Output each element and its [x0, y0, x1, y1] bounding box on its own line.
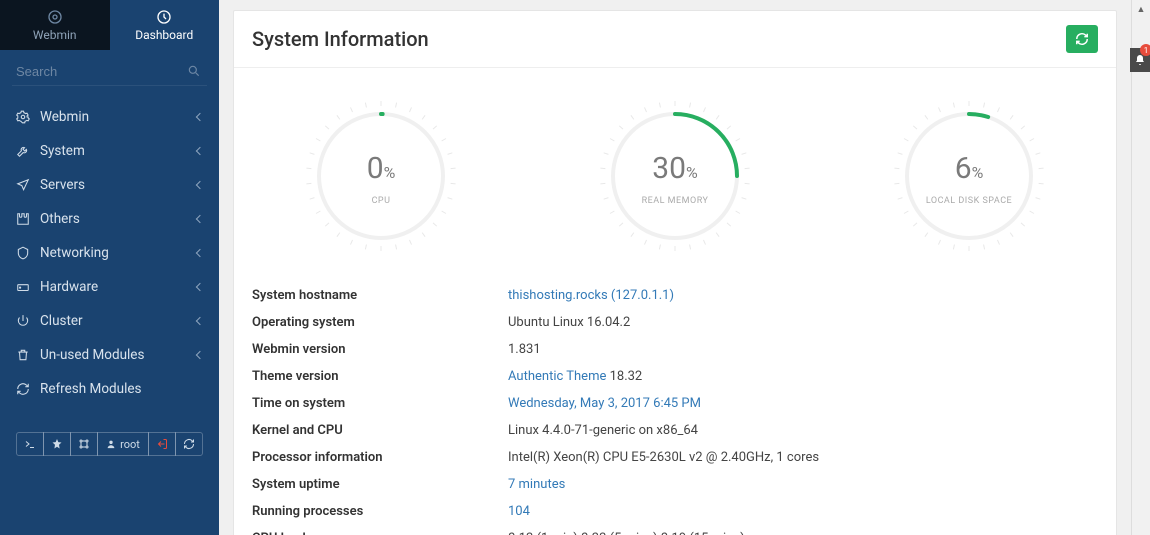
puzzle-icon: [16, 212, 30, 226]
info-value[interactable]: 104: [508, 504, 530, 519]
sidebar: Webmin System Servers Others Networking Hardw…: [0, 50, 219, 535]
info-value: Intel(R) Xeon(R) CPU E5-2630L v2 @ 2.40G…: [508, 450, 819, 465]
search-icon: [187, 64, 201, 78]
sidebar-item-un-used-modules[interactable]: Un-used Modules: [0, 338, 219, 372]
sidebar-item-label: System: [40, 143, 85, 159]
info-row: Running processes104: [252, 498, 1098, 525]
plane-icon: [16, 178, 30, 192]
info-row: CPU load averages0.13 (1 min) 0.33 (5 mi…: [252, 525, 1098, 535]
sidebar-item-webmin[interactable]: Webmin: [0, 100, 219, 134]
sidebar-item-servers[interactable]: Servers: [0, 168, 219, 202]
scrollbar[interactable]: ▲: [1131, 0, 1150, 535]
wrench-icon: [16, 144, 30, 158]
chevron-left-icon: [196, 283, 204, 291]
info-value[interactable]: thishosting.rocks (127.0.1.1): [508, 288, 674, 303]
reload-button[interactable]: [175, 432, 203, 456]
info-label: Webmin version: [252, 342, 508, 357]
logout-button[interactable]: [148, 432, 176, 456]
scroll-up[interactable]: ▲: [1132, 0, 1150, 18]
gauge-label: REAL MEMORY: [585, 196, 765, 206]
hdd-icon: [16, 280, 30, 294]
info-value: Linux 4.4.0-71-generic on x86_64: [508, 423, 698, 438]
dashboard-icon: [156, 9, 172, 25]
sidebar-item-label: Hardware: [40, 279, 98, 295]
settings-button[interactable]: [70, 432, 98, 456]
info-label: Running processes: [252, 504, 508, 519]
sidebar-item-refresh-modules[interactable]: Refresh Modules: [0, 372, 219, 406]
tab-dashboard[interactable]: Dashboard: [110, 0, 220, 50]
gauge-value: 6%: [879, 151, 1059, 186]
info-value[interactable]: 7 minutes: [508, 477, 565, 492]
info-row: Kernel and CPULinux 4.4.0-71-generic on …: [252, 417, 1098, 444]
sidebar-item-cluster[interactable]: Cluster: [0, 304, 219, 338]
tab-webmin-label: Webmin: [33, 28, 77, 42]
info-value: 1.831: [508, 342, 541, 357]
info-value: Authentic Theme 18.32: [508, 369, 642, 384]
search-input[interactable]: [12, 58, 207, 86]
info-row: Operating systemUbuntu Linux 16.04.2: [252, 309, 1098, 336]
sidebar-item-system[interactable]: System: [0, 134, 219, 168]
sidebar-item-label: Webmin: [40, 109, 89, 125]
chevron-left-icon: [196, 215, 204, 223]
info-label: CPU load averages: [252, 531, 508, 535]
sidebar-item-label: Un-used Modules: [40, 347, 144, 363]
gauge-value: 30%: [585, 151, 765, 186]
info-label: Processor information: [252, 450, 508, 465]
notifications-button[interactable]: 1: [1130, 48, 1150, 72]
tab-webmin[interactable]: Webmin: [0, 0, 110, 50]
sidebar-item-others[interactable]: Others: [0, 202, 219, 236]
tab-dashboard-label: Dashboard: [135, 28, 193, 42]
chevron-left-icon: [196, 317, 204, 325]
info-row: System hostnamethishosting.rocks (127.0.…: [252, 282, 1098, 309]
chevron-left-icon: [196, 351, 204, 359]
page-title: System Information: [252, 27, 429, 51]
favorite-button[interactable]: [43, 432, 71, 456]
info-label: Kernel and CPU: [252, 423, 508, 438]
user-label: root: [120, 438, 140, 451]
info-row: Time on systemWednesday, May 3, 2017 6:4…: [252, 390, 1098, 417]
sidebar-item-label: Servers: [40, 177, 85, 193]
notification-badge: 1: [1140, 44, 1150, 56]
sidebar-item-hardware[interactable]: Hardware: [0, 270, 219, 304]
info-label: Theme version: [252, 369, 508, 384]
sidebar-item-label: Refresh Modules: [40, 381, 141, 397]
sidebar-item-networking[interactable]: Networking: [0, 236, 219, 270]
trash-icon: [16, 348, 30, 362]
gauge-label: CPU: [291, 196, 471, 206]
chevron-left-icon: [196, 147, 204, 155]
info-row: Webmin version1.831: [252, 336, 1098, 363]
info-value: 0.13 (1 min) 0.33 (5 mins) 0.19 (15 mins…: [508, 531, 745, 535]
chevron-left-icon: [196, 249, 204, 257]
shield-icon: [16, 246, 30, 260]
info-value[interactable]: Wednesday, May 3, 2017 6:45 PM: [508, 396, 701, 411]
info-value: Ubuntu Linux 16.04.2: [508, 315, 630, 330]
refresh-button[interactable]: [1066, 25, 1098, 53]
sidebar-toolbar: root: [0, 432, 219, 456]
refresh-icon: [1075, 32, 1089, 46]
info-label: System uptime: [252, 477, 508, 492]
info-row: Theme versionAuthentic Theme 18.32: [252, 363, 1098, 390]
chevron-left-icon: [196, 181, 204, 189]
power-icon: [16, 314, 30, 328]
info-label: System hostname: [252, 288, 508, 303]
gear-icon: [16, 110, 30, 124]
gauge-label: LOCAL DISK SPACE: [879, 196, 1059, 206]
gauge-value: 0%: [291, 151, 471, 186]
sidebar-item-label: Networking: [40, 245, 109, 261]
main-content: System Information 0% CPU 30% REAL MEMORY 6%…: [219, 0, 1131, 535]
user-button[interactable]: root: [97, 432, 149, 456]
refresh-icon: [16, 382, 30, 396]
gauge-cpu: 0% CPU: [291, 96, 471, 260]
gauge-real-memory: 30% REAL MEMORY: [585, 96, 765, 260]
info-row: System uptime7 minutes: [252, 471, 1098, 498]
info-label: Operating system: [252, 315, 508, 330]
chevron-left-icon: [196, 113, 204, 121]
terminal-button[interactable]: [16, 432, 44, 456]
info-label: Time on system: [252, 396, 508, 411]
info-row: Processor informationIntel(R) Xeon(R) CP…: [252, 444, 1098, 471]
sidebar-item-label: Others: [40, 211, 80, 227]
webmin-icon: [47, 9, 63, 25]
gauge-local-disk-space: 6% LOCAL DISK SPACE: [879, 96, 1059, 260]
sidebar-item-label: Cluster: [40, 313, 83, 329]
